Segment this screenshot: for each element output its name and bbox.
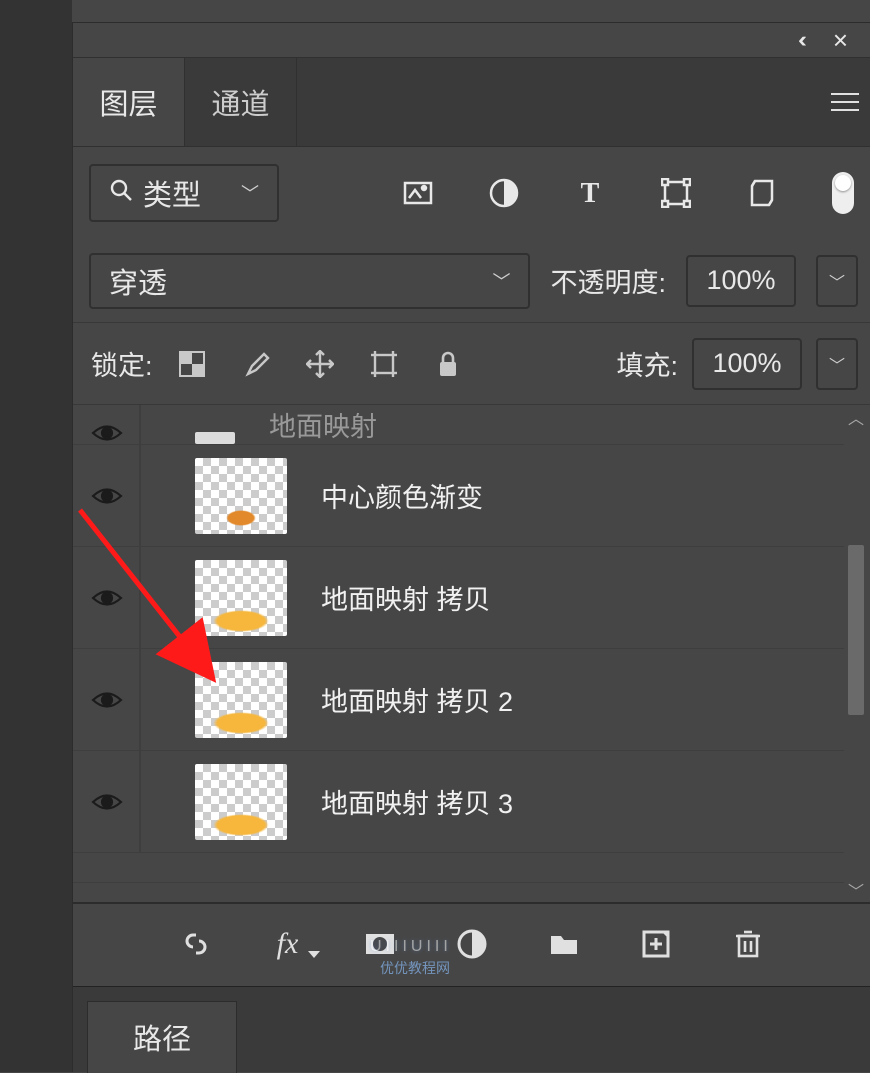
fill-input[interactable]: 100% [692, 338, 802, 390]
fill-label: 填充: [616, 344, 678, 383]
visibility-eye-icon[interactable] [87, 791, 127, 813]
filter-kind-icons: T [279, 172, 860, 214]
visibility-eye-icon[interactable] [87, 587, 127, 609]
tabs-spacer [297, 57, 820, 146]
filter-type-label: 类型 [143, 172, 201, 214]
scroll-up-icon[interactable]: ︿ [844, 405, 868, 429]
chevron-down-icon: ﹀ [241, 180, 259, 206]
layer-row[interactable]: 地面映射 拷贝 [73, 547, 844, 649]
blend-mode-select[interactable]: 穿透 ﹀ [89, 253, 530, 309]
svg-text:T: T [581, 178, 600, 208]
layer-type-filter[interactable]: 类型 ﹀ [89, 164, 279, 222]
layer-thumbnail[interactable] [195, 764, 287, 840]
group-icon[interactable] [546, 926, 582, 962]
layer-row[interactable]: 地面映射 拷贝 2 [73, 649, 844, 751]
layer-name[interactable]: 地面映射 拷贝 3 [321, 782, 513, 821]
divider [139, 649, 141, 750]
panel-titlebar: ‹‹ × [73, 23, 870, 57]
opacity-input[interactable]: 100% [686, 255, 796, 307]
close-panel-icon[interactable]: × [833, 25, 848, 56]
visibility-eye-icon[interactable] [87, 485, 127, 507]
scrollbar[interactable]: ︿ ﹀ [844, 405, 868, 902]
layer-name[interactable]: 地面映射 拷贝 [321, 578, 491, 617]
tab-channels[interactable]: 通道 [185, 57, 297, 146]
lock-artboard-icon[interactable] [369, 349, 399, 379]
fill-chevron[interactable]: ﹀ [816, 338, 858, 390]
divider [139, 405, 141, 444]
layer-name[interactable]: 中心颜色渐变 [321, 476, 483, 515]
app-workspace-background [0, 0, 72, 1072]
filter-pixel-icon[interactable] [402, 177, 434, 209]
layer-thumbnail[interactable] [195, 662, 287, 738]
collapse-panel-icon[interactable]: ‹‹ [798, 27, 801, 53]
layer-row[interactable]: 地面映射 拷贝 3 [73, 751, 844, 853]
layer-name: 地面映射 [269, 405, 377, 444]
divider [139, 445, 141, 546]
chevron-down-icon: ﹀ [492, 268, 510, 294]
layer-thumbnail[interactable] [195, 560, 287, 636]
adjustment-layer-icon[interactable] [454, 926, 490, 962]
tab-layers[interactable]: 图层 [73, 57, 185, 146]
link-layers-icon[interactable] [178, 926, 214, 962]
lock-brush-icon[interactable] [241, 349, 271, 379]
lock-move-icon[interactable] [305, 349, 335, 379]
filter-toggle[interactable] [832, 172, 854, 214]
new-layer-icon[interactable] [638, 926, 674, 962]
panel-menu-icon[interactable] [820, 57, 870, 146]
layers-panel: ‹‹ × 图层 通道 类型 ﹀ T [72, 22, 870, 1072]
lock-icons-group [177, 349, 463, 379]
delete-layer-icon[interactable] [730, 926, 766, 962]
lock-all-icon[interactable] [433, 349, 463, 379]
filter-smart-icon[interactable] [746, 177, 778, 209]
lock-label: 锁定: [91, 344, 153, 383]
layer-filter-row: 类型 ﹀ T [73, 147, 870, 239]
filter-shape-icon[interactable] [660, 177, 692, 209]
layer-thumbnail[interactable] [195, 458, 287, 534]
lock-transparency-icon[interactable] [177, 349, 207, 379]
layer-effects-icon[interactable]: fx [270, 926, 306, 962]
visibility-eye-icon[interactable] [87, 689, 127, 711]
layer-row[interactable]: 地面映射 [73, 405, 844, 445]
search-icon [109, 178, 133, 209]
layer-row-partial [73, 853, 844, 883]
layer-list: 地面映射 中心颜色渐变 地面映射 拷贝 [73, 405, 870, 903]
paths-panel-header: 路径 [73, 986, 870, 1072]
visibility-eye-icon[interactable] [87, 422, 127, 444]
layer-row[interactable]: 中心颜色渐变 [73, 445, 844, 547]
scroll-thumb[interactable] [848, 545, 864, 715]
opacity-label: 不透明度: [550, 261, 666, 300]
layer-name[interactable]: 地面映射 拷贝 2 [321, 680, 513, 719]
panel-tabs: 图层 通道 [73, 57, 870, 147]
thumbnail-partial [195, 432, 235, 444]
watermark-sub: 优优教程网 [380, 958, 450, 978]
lock-fill-row: 锁定: 填充: 100% ﹀ [73, 323, 870, 405]
layers-panel-footer: fx [73, 903, 870, 983]
divider [139, 751, 141, 852]
filter-text-icon[interactable]: T [574, 177, 606, 209]
blend-opacity-row: 穿透 ﹀ 不透明度: 100% ﹀ [73, 239, 870, 323]
tab-paths[interactable]: 路径 [87, 1001, 237, 1073]
opacity-chevron[interactable]: ﹀ [816, 255, 858, 307]
watermark: UIIIUIII [370, 938, 452, 956]
blend-mode-value: 穿透 [109, 260, 167, 302]
filter-adjust-icon[interactable] [488, 177, 520, 209]
divider [139, 547, 141, 648]
scroll-down-icon[interactable]: ﹀ [844, 878, 868, 902]
